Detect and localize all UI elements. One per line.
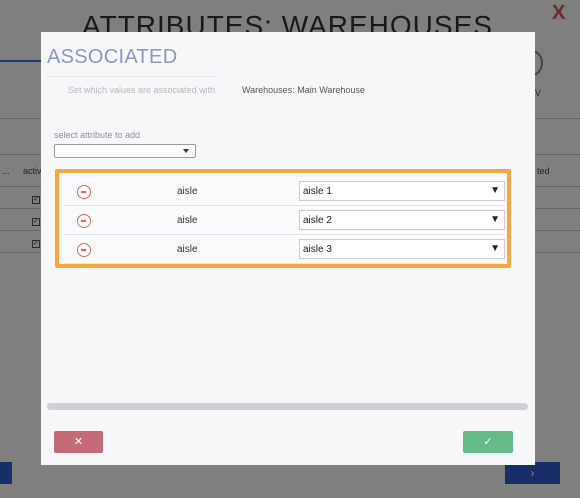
association-target: Warehouses: Main Warehouse <box>242 85 365 95</box>
attribute-name: aisle <box>177 186 198 197</box>
attribute-value: aisle 2 <box>303 215 332 226</box>
attribute-select-label: select attribute to add <box>54 130 141 140</box>
associated-dialog: ASSOCIATED Set which values are associat… <box>41 32 535 465</box>
dialog-title: ASSOCIATED <box>47 46 178 68</box>
table-row: aisle aisle 1 ▼ <box>63 177 505 206</box>
header-divider <box>46 76 216 77</box>
attribute-name: aisle <box>177 215 198 226</box>
dropdown-arrow-icon: ▼ <box>490 243 500 254</box>
attribute-value-select[interactable]: aisle 2 ▼ <box>299 210 505 230</box>
attribute-value-select[interactable]: aisle 1 ▼ <box>299 181 505 201</box>
chevron-down-icon <box>183 149 189 153</box>
attribute-select[interactable] <box>54 144 196 158</box>
attribute-value: aisle 3 <box>303 244 332 255</box>
check-icon: ✓ <box>483 436 493 448</box>
remove-circle-icon[interactable] <box>77 243 91 257</box>
remove-circle-icon[interactable] <box>77 214 91 228</box>
table-row: aisle aisle 2 ▼ <box>63 206 505 235</box>
confirm-button[interactable]: ✓ <box>463 431 513 453</box>
associated-values-highlight: aisle aisle 1 ▼ aisle aisle 2 ▼ aisle ai… <box>55 169 511 268</box>
dropdown-arrow-icon: ▼ <box>490 185 500 196</box>
close-icon: ✕ <box>73 436 84 448</box>
attribute-name: aisle <box>177 244 198 255</box>
associated-values-table: aisle aisle 1 ▼ aisle aisle 2 ▼ aisle ai… <box>63 177 505 264</box>
attribute-value-select[interactable]: aisle 3 ▼ <box>299 239 505 259</box>
cancel-button[interactable]: ✕ <box>54 431 103 453</box>
table-row: aisle aisle 3 ▼ <box>63 235 505 264</box>
dropdown-arrow-icon: ▼ <box>490 214 500 225</box>
association-hint-label: Set which values are associated with <box>68 85 216 95</box>
remove-circle-icon[interactable] <box>77 185 91 199</box>
attribute-value: aisle 1 <box>303 186 332 197</box>
dialog-header: ASSOCIATED <box>41 32 535 84</box>
horizontal-scrollbar[interactable] <box>47 403 528 410</box>
